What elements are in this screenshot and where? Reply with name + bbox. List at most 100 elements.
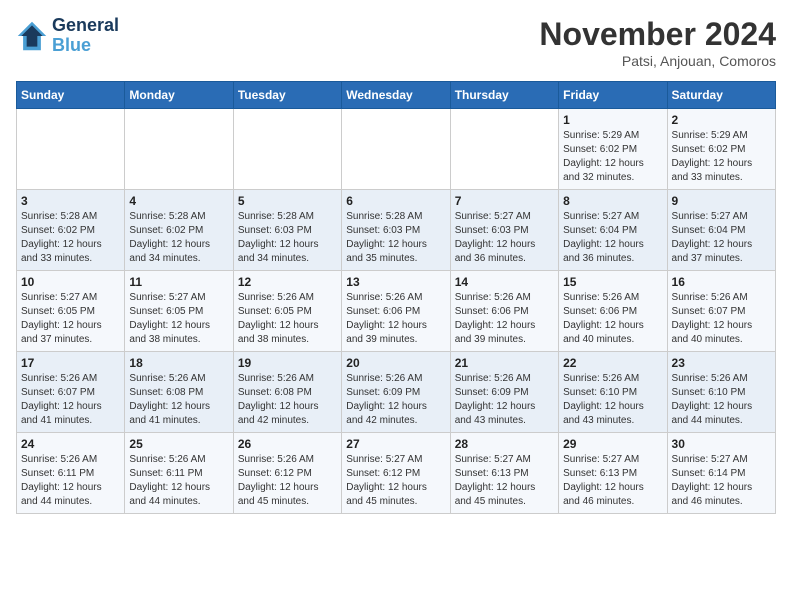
month-title: November 2024 [539,16,776,53]
day-info: Sunrise: 5:26 AM Sunset: 6:06 PM Dayligh… [455,291,554,347]
day-number: 15 [563,275,662,289]
calendar-cell: 8 Sunrise: 5:27 AM Sunset: 6:04 PM Daylig… [559,190,667,271]
day-info: Sunrise: 5:26 AM Sunset: 6:07 PM Dayligh… [21,372,120,428]
day-number: 27 [346,437,445,451]
day-number: 8 [563,194,662,208]
day-number: 2 [672,113,771,127]
day-info: Sunrise: 5:27 AM Sunset: 6:13 PM Dayligh… [563,453,662,509]
day-number: 7 [455,194,554,208]
day-info: Sunrise: 5:26 AM Sunset: 6:10 PM Dayligh… [672,372,771,428]
day-info: Sunrise: 5:27 AM Sunset: 6:05 PM Dayligh… [129,291,228,347]
day-info: Sunrise: 5:27 AM Sunset: 6:03 PM Dayligh… [455,210,554,266]
title-block: November 2024 Patsi, Anjouan, Comoros [539,16,776,69]
day-number: 19 [238,356,337,370]
day-info: Sunrise: 5:26 AM Sunset: 6:06 PM Dayligh… [346,291,445,347]
day-number: 17 [21,356,120,370]
day-number: 28 [455,437,554,451]
day-info: Sunrise: 5:26 AM Sunset: 6:07 PM Dayligh… [672,291,771,347]
logo-line1: General [52,16,119,36]
calendar-cell: 14 Sunrise: 5:26 AM Sunset: 6:06 PM Dayli… [450,271,558,352]
calendar-cell [125,109,233,190]
calendar-cell: 11 Sunrise: 5:27 AM Sunset: 6:05 PM Dayli… [125,271,233,352]
day-number: 9 [672,194,771,208]
weekday-header: Thursday [450,82,558,109]
day-info: Sunrise: 5:27 AM Sunset: 6:13 PM Dayligh… [455,453,554,509]
day-info: Sunrise: 5:26 AM Sunset: 6:11 PM Dayligh… [21,453,120,509]
weekday-header: Sunday [17,82,125,109]
calendar-cell [342,109,450,190]
day-number: 24 [21,437,120,451]
calendar-cell: 22Sunrise: 5:26 AM Sunset: 6:10 PM Dayli… [559,352,667,433]
day-info: Sunrise: 5:26 AM Sunset: 6:09 PM Dayligh… [346,372,445,428]
logo-line2: Blue [52,36,119,56]
calendar-cell: 5 Sunrise: 5:28 AM Sunset: 6:03 PM Daylig… [233,190,341,271]
day-number: 14 [455,275,554,289]
day-info: Sunrise: 5:26 AM Sunset: 6:05 PM Dayligh… [238,291,337,347]
calendar-cell: 13 Sunrise: 5:26 AM Sunset: 6:06 PM Dayli… [342,271,450,352]
day-info: Sunrise: 5:27 AM Sunset: 6:14 PM Dayligh… [672,453,771,509]
day-number: 18 [129,356,228,370]
day-info: Sunrise: 5:27 AM Sunset: 6:12 PM Dayligh… [346,453,445,509]
weekday-header: Tuesday [233,82,341,109]
weekday-header: Saturday [667,82,775,109]
day-number: 12 [238,275,337,289]
page-header: General Blue November 2024 Patsi, Anjoua… [16,16,776,69]
day-number: 16 [672,275,771,289]
calendar-week-row: 10 Sunrise: 5:27 AM Sunset: 6:05 PM Dayli… [17,271,776,352]
day-number: 11 [129,275,228,289]
calendar-cell: 9 Sunrise: 5:27 AM Sunset: 6:04 PM Daylig… [667,190,775,271]
day-info: Sunrise: 5:29 AM Sunset: 6:02 PM Dayligh… [563,129,662,185]
calendar-week-row: 24 Sunrise: 5:26 AM Sunset: 6:11 PM Dayli… [17,433,776,514]
day-number: 26 [238,437,337,451]
day-info: Sunrise: 5:26 AM Sunset: 6:06 PM Dayligh… [563,291,662,347]
logo: General Blue [16,16,119,56]
calendar-cell: 20Sunrise: 5:26 AM Sunset: 6:09 PM Dayli… [342,352,450,433]
calendar-cell [233,109,341,190]
calendar-cell: 23 Sunrise: 5:26 AM Sunset: 6:10 PM Dayli… [667,352,775,433]
calendar-cell: 3Sunrise: 5:28 AM Sunset: 6:02 PM Daylig… [17,190,125,271]
day-number: 6 [346,194,445,208]
calendar-cell: 12 Sunrise: 5:26 AM Sunset: 6:05 PM Dayli… [233,271,341,352]
day-info: Sunrise: 5:26 AM Sunset: 6:08 PM Dayligh… [129,372,228,428]
day-info: Sunrise: 5:27 AM Sunset: 6:04 PM Dayligh… [563,210,662,266]
day-number: 13 [346,275,445,289]
calendar-cell [17,109,125,190]
weekday-header: Monday [125,82,233,109]
logo-icon [16,20,48,52]
calendar-cell: 27 Sunrise: 5:27 AM Sunset: 6:12 PM Dayli… [342,433,450,514]
calendar-cell: 4Sunrise: 5:28 AM Sunset: 6:02 PM Daylig… [125,190,233,271]
calendar-week-row: 1Sunrise: 5:29 AM Sunset: 6:02 PM Daylig… [17,109,776,190]
day-number: 21 [455,356,554,370]
calendar-table: SundayMondayTuesdayWednesdayThursdayFrid… [16,81,776,514]
day-info: Sunrise: 5:26 AM Sunset: 6:12 PM Dayligh… [238,453,337,509]
day-info: Sunrise: 5:26 AM Sunset: 6:08 PM Dayligh… [238,372,337,428]
calendar-cell: 10 Sunrise: 5:27 AM Sunset: 6:05 PM Dayli… [17,271,125,352]
day-info: Sunrise: 5:27 AM Sunset: 6:04 PM Dayligh… [672,210,771,266]
location: Patsi, Anjouan, Comoros [539,53,776,69]
weekday-header: Friday [559,82,667,109]
calendar-cell: 18 Sunrise: 5:26 AM Sunset: 6:08 PM Dayli… [125,352,233,433]
calendar-cell: 15 Sunrise: 5:26 AM Sunset: 6:06 PM Dayli… [559,271,667,352]
calendar-cell: 6Sunrise: 5:28 AM Sunset: 6:03 PM Daylig… [342,190,450,271]
calendar-cell: 2Sunrise: 5:29 AM Sunset: 6:02 PM Daylig… [667,109,775,190]
calendar-cell [450,109,558,190]
day-info: Sunrise: 5:26 AM Sunset: 6:11 PM Dayligh… [129,453,228,509]
day-number: 25 [129,437,228,451]
calendar-cell: 29 Sunrise: 5:27 AM Sunset: 6:13 PM Dayli… [559,433,667,514]
day-number: 10 [21,275,120,289]
day-info: Sunrise: 5:28 AM Sunset: 6:03 PM Dayligh… [238,210,337,266]
calendar-cell: 24 Sunrise: 5:26 AM Sunset: 6:11 PM Dayli… [17,433,125,514]
calendar-cell: 16 Sunrise: 5:26 AM Sunset: 6:07 PM Dayli… [667,271,775,352]
calendar-cell: 19 Sunrise: 5:26 AM Sunset: 6:08 PM Dayli… [233,352,341,433]
day-info: Sunrise: 5:28 AM Sunset: 6:02 PM Dayligh… [129,210,228,266]
day-info: Sunrise: 5:27 AM Sunset: 6:05 PM Dayligh… [21,291,120,347]
calendar-week-row: 3Sunrise: 5:28 AM Sunset: 6:02 PM Daylig… [17,190,776,271]
day-number: 23 [672,356,771,370]
calendar-cell: 25 Sunrise: 5:26 AM Sunset: 6:11 PM Dayli… [125,433,233,514]
calendar-cell: 1Sunrise: 5:29 AM Sunset: 6:02 PM Daylig… [559,109,667,190]
calendar-cell: 26 Sunrise: 5:26 AM Sunset: 6:12 PM Dayli… [233,433,341,514]
day-info: Sunrise: 5:26 AM Sunset: 6:10 PM Dayligh… [563,372,662,428]
day-number: 5 [238,194,337,208]
day-number: 29 [563,437,662,451]
calendar-cell: 17 Sunrise: 5:26 AM Sunset: 6:07 PM Dayli… [17,352,125,433]
